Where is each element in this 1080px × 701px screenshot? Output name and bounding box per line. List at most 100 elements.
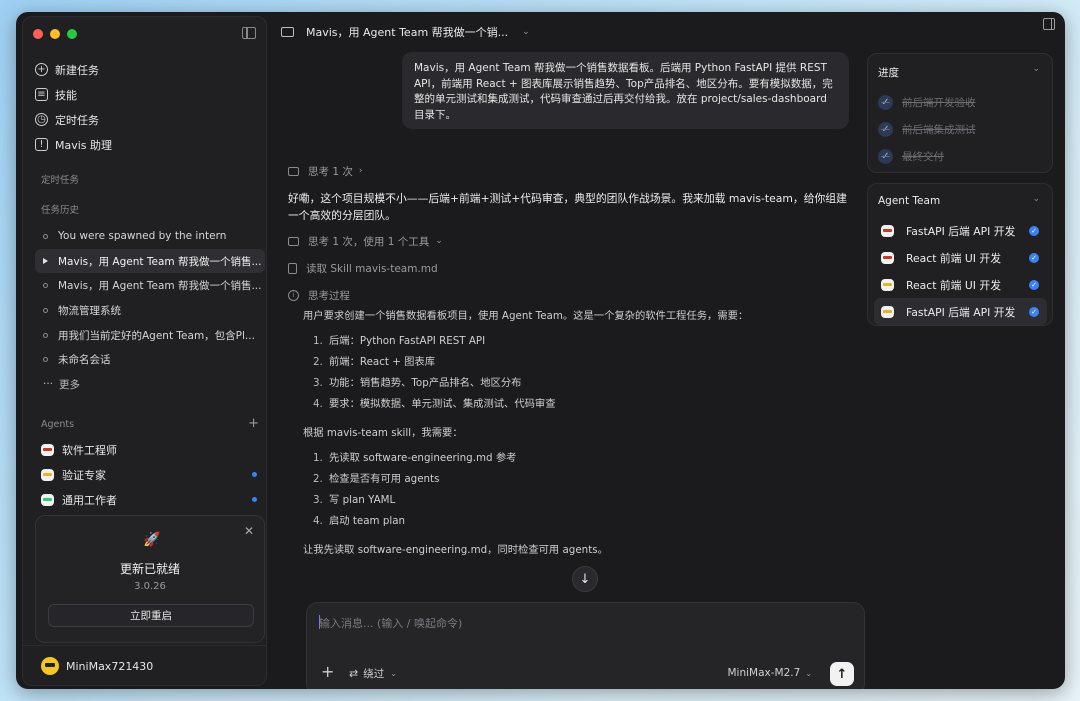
robot-icon bbox=[41, 493, 54, 506]
close-window-button[interactable] bbox=[33, 29, 43, 39]
right-panel-toggle-icon[interactable] bbox=[1043, 18, 1055, 30]
reasoning-mid: 根据 mavis-team skill，我需要： bbox=[303, 427, 463, 439]
more-dots-icon: ··· bbox=[43, 378, 54, 391]
team-title: Agent Team bbox=[878, 195, 941, 207]
model-selector[interactable]: MiniMax-M2.7 ⌄ bbox=[727, 667, 812, 679]
check-icon: ✓ bbox=[878, 149, 893, 164]
nav-label: 定时任务 bbox=[55, 113, 99, 127]
history-item[interactable]: 用我们当前定好的Agent Team，包含Pl... bbox=[35, 323, 265, 348]
assistant-response: 思考 1 次 › 好嘞，这个项目规模不小——后端+前端+测试+代码审查，典型的团… bbox=[288, 162, 848, 559]
agent-item-general-worker[interactable]: 通用工作者 bbox=[35, 487, 257, 512]
robot-icon bbox=[41, 468, 54, 481]
attach-plus-button[interactable]: + bbox=[321, 664, 334, 680]
window-controls bbox=[33, 29, 77, 39]
list-item: 1. 先读取 software-engineering.md 参考 bbox=[313, 452, 517, 464]
file-icon bbox=[288, 262, 297, 274]
bullet-icon bbox=[43, 332, 48, 338]
agent-team-panel: Agent Team ⌄ FastAPI 后端 API 开发 ✓ React 前端… bbox=[867, 183, 1053, 326]
team-member[interactable]: React 前端 UI 开发 ✓ bbox=[874, 271, 1047, 298]
reasoning-tail: 让我先读取 software-engineering.md，同时检查可用 age… bbox=[303, 544, 608, 556]
history-list: You were spawned by the intern Mavis，用 A… bbox=[35, 224, 265, 397]
chevron-down-icon[interactable]: ⌄ bbox=[1032, 194, 1040, 204]
folder-icon bbox=[281, 27, 294, 37]
agent-label: 验证专家 bbox=[62, 468, 106, 482]
list-item: 2. 前端：React + 图表库 bbox=[313, 356, 435, 368]
robot-icon bbox=[41, 443, 54, 456]
user-message-bubble: Mavis，用 Agent Team 帮我做一个销售数据看板。后端用 Pytho… bbox=[402, 52, 849, 129]
plus-circle-icon: + bbox=[35, 63, 48, 76]
progress-item: ✓ 前后端集成测试 bbox=[878, 116, 976, 143]
bullet-icon bbox=[43, 233, 48, 239]
team-member[interactable]: FastAPI 后端 API 开发 ✓ bbox=[874, 217, 1047, 244]
username: MiniMax721430 bbox=[66, 659, 154, 673]
list-item: 3. 功能：销售趋势、Top产品排名、地区分布 bbox=[313, 377, 522, 389]
chevron-down-icon[interactable]: ⌄ bbox=[522, 27, 530, 37]
history-item-active[interactable]: Mavis，用 Agent Team 帮我做一个销售... bbox=[35, 248, 265, 274]
user-profile[interactable]: MiniMax721430 bbox=[41, 657, 153, 675]
scheduled-section-label: 定时任务 bbox=[41, 175, 80, 186]
team-list: FastAPI 后端 API 开发 ✓ React 前端 UI 开发 ✓ React… bbox=[874, 217, 1047, 325]
add-agent-icon[interactable]: + bbox=[248, 417, 259, 430]
think-toggle-1[interactable]: 思考 1 次 › bbox=[288, 162, 848, 180]
history-item[interactable]: 物流管理系统 bbox=[35, 298, 265, 323]
robot-icon bbox=[881, 305, 894, 318]
robot-icon bbox=[881, 251, 894, 264]
history-item[interactable]: 未命名会话 bbox=[35, 347, 265, 372]
team-member[interactable]: React 前端 UI 开发 ✓ bbox=[874, 244, 1047, 271]
mode-selector[interactable]: ⇄ 绕过 ⌄ bbox=[349, 666, 397, 681]
reasoning-intro: 用户要求创建一个销售数据看板项目，使用 Agent Team。这是一个复杂的软件… bbox=[303, 310, 749, 322]
progress-list: ✓ 前后端开发验收 ✓ 前后端集成测试 ✓ 最终交付 bbox=[878, 89, 976, 170]
status-dot bbox=[252, 497, 257, 502]
agent-item-verifier[interactable]: 验证专家 bbox=[35, 462, 257, 487]
bullet-icon bbox=[43, 283, 48, 289]
list-item: 2. 检查是否有可用 agents bbox=[313, 473, 440, 485]
maximize-window-button[interactable] bbox=[67, 29, 77, 39]
nav-assistant[interactable]: ! Mavis 助理 bbox=[35, 132, 257, 157]
sidebar: + 新建任务 ≡ 技能 ◷ 定时任务 ! Mavis 助理 定时任务 任务历史 … bbox=[22, 16, 267, 686]
reasoning-block: 用户要求创建一个销售数据看板项目，使用 Agent Team。这是一个复杂的软件… bbox=[288, 308, 848, 559]
history-more[interactable]: ··· 更多 bbox=[35, 372, 265, 397]
check-icon: ✓ bbox=[1029, 306, 1039, 317]
history-item[interactable]: You were spawned by the intern bbox=[35, 224, 265, 249]
status-dot bbox=[252, 472, 257, 477]
tool-call-row[interactable]: 读取 Skill mavis-team.md bbox=[288, 259, 848, 277]
close-icon[interactable]: ✕ bbox=[244, 524, 254, 538]
info-icon: i bbox=[288, 289, 299, 301]
clipboard-icon: ≡ bbox=[35, 88, 48, 101]
update-card: ✕ 🚀 更新已就绪 3.0.26 立即重启 bbox=[35, 515, 265, 643]
nav-label: Mavis 助理 bbox=[55, 138, 113, 152]
scroll-down-button[interactable]: ↓ bbox=[572, 566, 598, 592]
restart-button[interactable]: 立即重启 bbox=[48, 604, 254, 627]
conversation-title[interactable]: Mavis，用 Agent Team 帮我做一个销... bbox=[306, 24, 508, 40]
robot-icon bbox=[881, 224, 894, 237]
agent-item-software-engineer[interactable]: 软件工程师 bbox=[35, 437, 257, 462]
sidebar-toggle-icon[interactable] bbox=[242, 27, 256, 39]
chevron-down-icon[interactable]: ⌄ bbox=[1032, 64, 1040, 74]
nav-new-task[interactable]: + 新建任务 bbox=[35, 57, 257, 82]
check-icon: ✓ bbox=[1029, 279, 1039, 290]
think-toggle-2[interactable]: 思考 1 次，使用 1 个工具 ⌄ bbox=[288, 232, 848, 250]
sidebar-nav: + 新建任务 ≡ 技能 ◷ 定时任务 ! Mavis 助理 bbox=[35, 57, 257, 157]
check-icon: ✓ bbox=[1029, 225, 1039, 236]
nav-label: 新建任务 bbox=[55, 63, 99, 77]
bullet-icon bbox=[43, 357, 48, 363]
progress-item: ✓ 最终交付 bbox=[878, 143, 976, 170]
thought-icon bbox=[288, 166, 299, 176]
robot-icon bbox=[881, 278, 894, 291]
minimize-window-button[interactable] bbox=[50, 29, 60, 39]
nav-skills[interactable]: ≡ 技能 bbox=[35, 82, 257, 107]
agents-header: Agents + bbox=[41, 417, 259, 430]
agent-label: 通用工作者 bbox=[62, 493, 117, 507]
alarm-clock-icon: ◷ bbox=[35, 113, 48, 126]
avatar bbox=[41, 657, 59, 675]
message-input[interactable] bbox=[319, 613, 849, 633]
nav-scheduled[interactable]: ◷ 定时任务 bbox=[35, 107, 257, 132]
divider bbox=[23, 645, 266, 646]
send-button[interactable]: ↑ bbox=[830, 662, 854, 686]
reasoning-list: 1. 先读取 software-engineering.md 参考 2. 检查是否有… bbox=[313, 448, 848, 532]
history-item[interactable]: Mavis，用 Agent Team 帮我做一个销售... bbox=[35, 273, 265, 298]
list-item: 4. 启动 team plan bbox=[313, 515, 406, 527]
thinking-process-row[interactable]: i 思考过程 bbox=[288, 286, 848, 304]
app-window: + 新建任务 ≡ 技能 ◷ 定时任务 ! Mavis 助理 定时任务 任务历史 … bbox=[16, 12, 1065, 689]
team-member-active[interactable]: FastAPI 后端 API 开发 ✓ bbox=[874, 298, 1047, 325]
